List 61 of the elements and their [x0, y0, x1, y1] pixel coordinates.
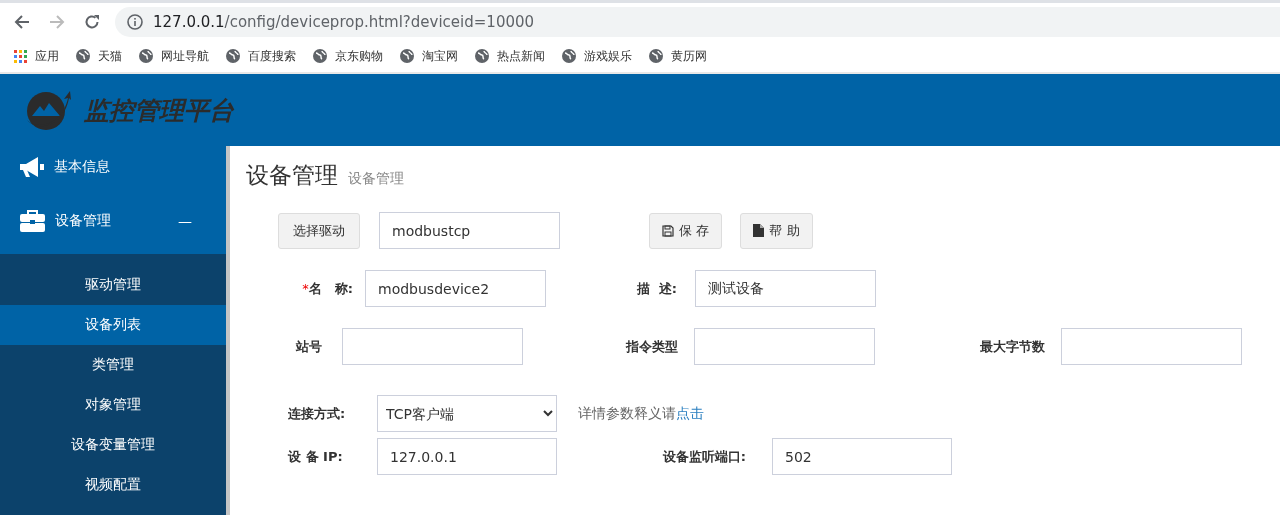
- save-icon: [661, 224, 674, 237]
- page-subtitle: 设备管理: [348, 170, 404, 188]
- globe-icon: [400, 49, 414, 63]
- sidebar-item[interactable]: 设备管理 —: [0, 188, 226, 254]
- bookmark[interactable]: 淘宝网: [400, 47, 458, 65]
- app-title: 监控管理平台: [84, 94, 234, 127]
- bookmark[interactable]: 百度搜索: [226, 47, 296, 65]
- globe-icon: [139, 49, 153, 63]
- field-label: 描 述:: [635, 279, 678, 298]
- name-field[interactable]: modbusdevice2: [365, 270, 546, 307]
- bookmark[interactable]: 京东购物: [313, 47, 383, 65]
- globe-icon: [475, 49, 489, 63]
- globe-icon: [649, 49, 663, 63]
- field-label: 最大字节数: [979, 337, 1046, 356]
- port-field[interactable]: 502: [772, 438, 952, 475]
- bookmark[interactable]: 游戏娱乐: [562, 47, 632, 65]
- submenu-item[interactable]: 驱动管理: [0, 265, 226, 305]
- submenu-item[interactable]: 视频配置: [0, 465, 226, 505]
- field-label: *名 称:: [301, 279, 354, 298]
- bookmark[interactable]: 网址导航: [139, 47, 209, 65]
- field-label: 指令类型: [624, 337, 679, 356]
- globe-icon: [76, 49, 90, 63]
- document-icon: [753, 224, 765, 237]
- submenu-item[interactable]: 设备变量管理: [0, 425, 226, 465]
- select-driver-button[interactable]: 选择驱动: [278, 212, 360, 249]
- globe-icon: [313, 49, 327, 63]
- submenu-item[interactable]: 类管理: [0, 345, 226, 385]
- page-title: 设备管理: [246, 161, 338, 190]
- bookmark[interactable]: 黄历网: [649, 47, 707, 65]
- command-type-field[interactable]: [694, 328, 875, 365]
- field-label: 站号: [295, 337, 323, 356]
- station-field[interactable]: [342, 328, 523, 365]
- ip-field[interactable]: 127.0.0.1: [377, 438, 557, 475]
- bookmark[interactable]: 应用: [14, 47, 59, 65]
- address-bar[interactable]: 127.0.0.1/config/deviceprop.html?deviceid=10000: [115, 6, 1280, 37]
- back-icon[interactable]: [14, 13, 30, 30]
- connection-select[interactable]: TCP客户端: [377, 395, 557, 432]
- apps-icon: [14, 49, 27, 63]
- description-field[interactable]: 测试设备: [695, 270, 876, 307]
- field-label: 设备监听端口:: [661, 447, 747, 466]
- sidebar-item[interactable]: 基本信息: [0, 146, 226, 188]
- megaphone-icon: [20, 157, 44, 177]
- driver-field[interactable]: modbustcp: [379, 212, 560, 249]
- save-button[interactable]: 保 存: [649, 212, 722, 249]
- submenu-item[interactable]: 对象管理: [0, 385, 226, 425]
- max-bytes-field[interactable]: [1061, 328, 1242, 365]
- collapse-toggle[interactable]: —: [178, 213, 192, 229]
- help-note: 详情参数释义请点击: [578, 404, 704, 423]
- submenu-item[interactable]: 设备列表: [0, 305, 226, 345]
- help-link[interactable]: 点击: [676, 404, 704, 421]
- bookmark[interactable]: 天猫: [76, 47, 122, 65]
- globe-icon: [226, 49, 240, 63]
- field-label: 连接方式:: [287, 404, 347, 423]
- briefcase-icon: [20, 210, 45, 232]
- help-button[interactable]: 帮 助: [740, 212, 813, 249]
- url-text: 127.0.0.1/config/deviceprop.html?deviceid=10000: [153, 12, 535, 31]
- reload-icon[interactable]: [84, 13, 100, 30]
- bookmark[interactable]: 热点新闻: [475, 47, 545, 65]
- field-label: 设 备 IP:: [287, 447, 344, 466]
- globe-icon: [562, 49, 576, 63]
- info-icon[interactable]: [127, 13, 143, 30]
